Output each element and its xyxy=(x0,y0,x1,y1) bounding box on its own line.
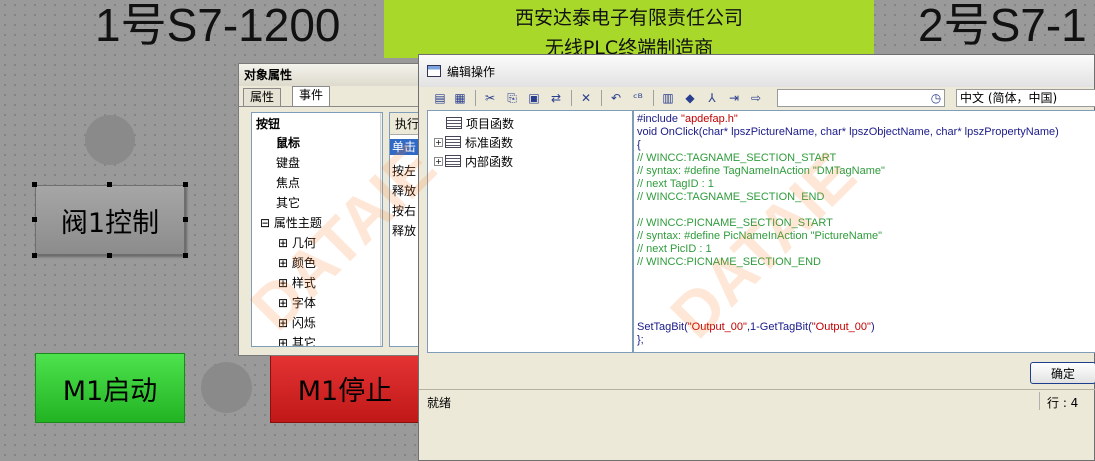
line-indicator: 行 : 4 xyxy=(1047,396,1079,410)
scroll-up-icon[interactable]: ▲ xyxy=(382,114,383,125)
export-icon[interactable]: ⇨ xyxy=(747,90,765,106)
function-tree-label: 内部函数 xyxy=(465,154,514,169)
trigger-field[interactable] xyxy=(777,89,945,107)
tree-item-focus[interactable]: 焦点 xyxy=(276,175,300,191)
code-line: }; xyxy=(637,334,644,346)
toolbar-separator xyxy=(653,90,654,106)
window-icon xyxy=(427,65,441,77)
tab-properties[interactable]: 属性 xyxy=(243,88,282,106)
function-tree-label: 项目函数 xyxy=(466,116,515,131)
m1-status-indicator xyxy=(201,362,252,413)
valve1-control-button[interactable]: 阀1控制 xyxy=(35,185,185,255)
company-banner: 西安达泰电子有限责任公司 无线PLC终端制造商 xyxy=(384,0,874,58)
selection-handle[interactable] xyxy=(183,182,188,187)
tree-item-other[interactable]: 其它 xyxy=(276,195,300,211)
function-folder-icon xyxy=(445,136,461,148)
tree-item-button[interactable]: 按钮 xyxy=(256,116,280,132)
toolbar-separator xyxy=(571,90,572,106)
function-folder-icon xyxy=(445,155,461,167)
compile-icon[interactable]: ▤ xyxy=(431,90,449,106)
tree-item-keyboard[interactable]: 键盘 xyxy=(276,155,300,171)
selection-handle[interactable] xyxy=(32,182,37,187)
undo-icon[interactable]: ↶ xyxy=(607,90,625,106)
property-icon[interactable]: ⅄ xyxy=(703,90,721,106)
code-line: SetTagBit("Output_00",1-GetTagBit("Outpu… xyxy=(637,321,875,333)
tree-item-mouse[interactable]: 鼠标 xyxy=(276,135,300,151)
selection-handle[interactable] xyxy=(183,217,188,222)
status-divider xyxy=(1039,392,1040,410)
toolbar-separator xyxy=(601,90,602,106)
plc2-title: 2号S7-1 xyxy=(918,0,1087,51)
tab-events[interactable]: 事件 xyxy=(292,86,331,106)
function-tree-standard[interactable]: + 标准函数 xyxy=(434,134,513,150)
trigger-clock-icon[interactable]: ◷ xyxy=(927,90,945,106)
status-bar: 就绪 行 : 4 xyxy=(419,389,1095,411)
tree-label: 其它 xyxy=(291,336,316,347)
save-icon[interactable]: ▦ xyxy=(451,90,469,106)
selection-handle[interactable] xyxy=(107,253,112,258)
code-line: { xyxy=(637,139,641,151)
paste-icon[interactable]: ▣ xyxy=(525,90,543,106)
replace-icon[interactable]: ⇄ xyxy=(547,90,565,106)
copy-icon[interactable]: ⎘ xyxy=(503,90,521,106)
format-icon[interactable]: ᶜᴮ xyxy=(629,90,647,106)
selection-handle[interactable] xyxy=(32,217,37,222)
code-line: #include "apdefap.h" xyxy=(637,113,738,125)
scroll-down-icon[interactable]: ▼ xyxy=(382,333,383,344)
selection-handle[interactable] xyxy=(107,182,112,187)
import-icon[interactable]: ⇥ xyxy=(725,90,743,106)
function-tree-label: 标准函数 xyxy=(465,135,514,150)
properties-title: 对象属性 xyxy=(239,64,422,86)
status-text: 就绪 xyxy=(427,396,452,410)
tag-icon[interactable]: ▥ xyxy=(659,90,677,106)
function-tree-project[interactable]: 项目函数 xyxy=(446,115,514,131)
plc1-title: 1号S7-1200 xyxy=(95,0,341,51)
toolbar-separator xyxy=(475,90,476,106)
code-line: void OnClick(char* lpszPictureName, char… xyxy=(637,126,1059,138)
cut-icon[interactable]: ✂ xyxy=(481,90,499,106)
banner-line1: 西安达泰电子有限责任公司 xyxy=(514,7,743,29)
editor-title: 编辑操作 xyxy=(447,64,496,79)
ok-button[interactable]: 确定 xyxy=(1030,362,1095,384)
expand-icon[interactable]: + xyxy=(434,156,443,166)
m1-start-button[interactable]: M1启动 xyxy=(35,353,185,423)
function-tree-internal[interactable]: + 内部函数 xyxy=(434,153,513,169)
valve-indicator xyxy=(85,115,135,165)
function-folder-icon xyxy=(446,117,462,129)
selection-handle[interactable] xyxy=(183,253,188,258)
expand-icon[interactable]: + xyxy=(434,137,443,147)
delete-icon[interactable]: ✕ xyxy=(577,90,595,106)
tab-divider xyxy=(239,106,422,107)
language-select[interactable]: 中文 (简体，中国) xyxy=(956,89,1095,107)
code-line: // next TagID : 1 xyxy=(637,178,714,190)
object-icon[interactable]: ◆ xyxy=(681,90,699,106)
editor-toolbar: ▤ ▦ ✂ ⎘ ▣ ⇄ ✕ ↶ ᶜᴮ ▥ ◆ ⅄ ⇥ ⇨ ◷ 中文 (简体，中国… xyxy=(419,87,1095,109)
selection-handle[interactable] xyxy=(32,253,37,258)
editor-titlebar: 编辑操作 xyxy=(419,55,1094,87)
function-tree: 项目函数 + 标准函数 + 内部函数 xyxy=(427,110,633,353)
m1-stop-button[interactable]: M1停止 xyxy=(270,353,420,423)
